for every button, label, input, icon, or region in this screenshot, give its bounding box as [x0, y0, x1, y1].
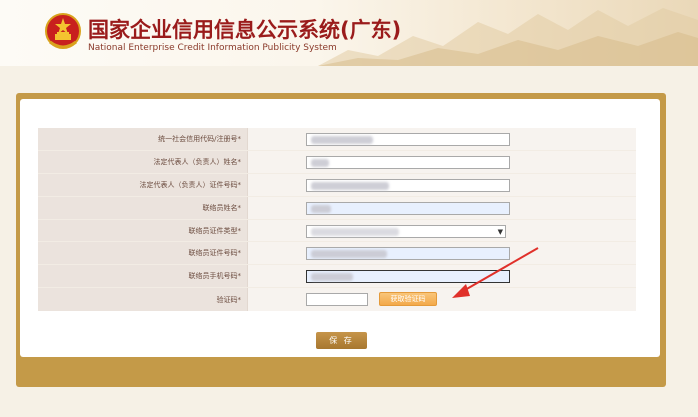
form-row: 联络员证件号码* — [38, 242, 636, 266]
redacted-value — [311, 181, 389, 190]
redacted-value — [311, 273, 353, 282]
form-row: 统一社会信用代码/注册号* — [38, 128, 636, 151]
form-panel: 统一社会信用代码/注册号* 法定代表人（负责人）姓名* 法定代表人（负责人）证件… — [20, 99, 660, 357]
redacted-value — [311, 227, 399, 236]
save-button[interactable]: 保 存 — [316, 332, 367, 349]
form-label-liaison-phone: 联络员手机号码* — [38, 265, 248, 288]
credit-code-input[interactable] — [306, 133, 510, 146]
form-label-liaison-id-type: 联络员证件类型* — [38, 219, 248, 242]
national-emblem-icon — [45, 13, 81, 49]
form-label-legal-rep-name: 法定代表人（负责人）姓名* — [38, 150, 248, 173]
liaison-id-type-select[interactable]: ▼ — [306, 224, 506, 238]
form-row: 法定代表人（负责人）证件号码* — [38, 173, 636, 197]
redacted-value — [311, 136, 373, 144]
form-row: 法定代表人（负责人）姓名* — [38, 150, 636, 174]
form-row: 验证码* 获取验证码 — [38, 288, 636, 312]
form-label-credit-code: 统一社会信用代码/注册号* — [38, 128, 248, 150]
form-row: 联络员手机号码* — [38, 265, 636, 289]
redacted-value — [311, 158, 329, 167]
form-label-liaison-name: 联络员姓名* — [38, 196, 248, 219]
liaison-form: 统一社会信用代码/注册号* 法定代表人（负责人）姓名* 法定代表人（负责人）证件… — [38, 128, 636, 312]
get-captcha-button[interactable]: 获取验证码 — [379, 292, 437, 307]
form-row: 联络员证件类型* ▼ — [38, 219, 636, 243]
legal-rep-name-input[interactable] — [306, 155, 510, 169]
captcha-input[interactable] — [306, 293, 368, 307]
liaison-name-input[interactable] — [306, 201, 510, 215]
form-label-liaison-id-number: 联络员证件号码* — [38, 242, 248, 265]
form-label-captcha: 验证码* — [38, 288, 248, 312]
legal-rep-id-input[interactable] — [306, 178, 510, 192]
redacted-value — [311, 250, 387, 259]
form-label-legal-rep-id: 法定代表人（负责人）证件号码* — [38, 173, 248, 196]
form-row: 联络员姓名* — [38, 196, 636, 220]
liaison-phone-input[interactable] — [306, 270, 510, 284]
chevron-down-icon: ▼ — [497, 227, 503, 236]
site-header: 国家企业信用信息公示系统(广东) National Enterprise Cre… — [0, 0, 698, 66]
redacted-value — [311, 204, 331, 213]
site-title: 国家企业信用信息公示系统(广东) — [88, 18, 402, 42]
liaison-id-number-input[interactable] — [306, 247, 510, 261]
form-frame: 统一社会信用代码/注册号* 法定代表人（负责人）姓名* 法定代表人（负责人）证件… — [16, 93, 666, 387]
site-subtitle: National Enterprise Credit Information P… — [88, 43, 337, 53]
